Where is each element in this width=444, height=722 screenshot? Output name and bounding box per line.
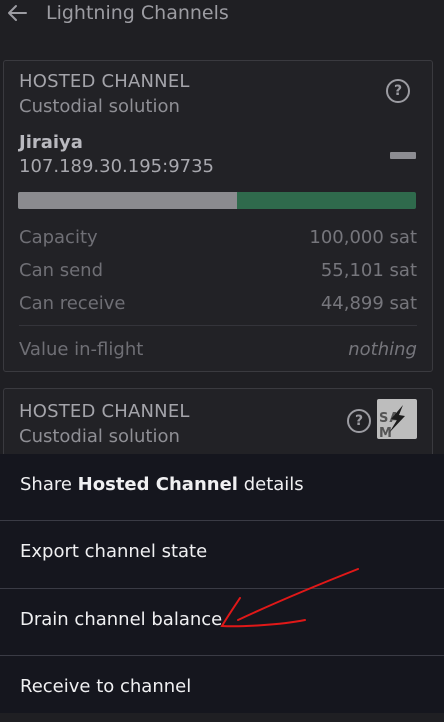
- divider: [19, 325, 417, 326]
- receive-to-channel-item[interactable]: Receive to channel: [0, 656, 444, 722]
- channel-menu-icon[interactable]: [390, 152, 416, 159]
- channel-type: HOSTED CHANNEL: [19, 71, 190, 92]
- help-icon[interactable]: ?: [347, 409, 371, 433]
- stat-label: Can receive: [19, 293, 126, 314]
- stat-label: Value in-flight: [19, 339, 144, 360]
- help-icon[interactable]: ?: [386, 79, 410, 103]
- provider-logo: SA M: [377, 399, 417, 439]
- lightning-bolt-icon: [389, 405, 405, 433]
- balance-bar: [18, 192, 416, 209]
- stat-label: Capacity: [19, 227, 98, 248]
- export-state-item[interactable]: Export channel state: [0, 521, 444, 587]
- channel-subtitle: Custodial solution: [19, 426, 180, 447]
- share-details-item[interactable]: Share Hosted Channel details: [0, 454, 444, 520]
- local-balance-fill: [18, 192, 237, 209]
- peer-name: Jiraiya: [19, 132, 83, 153]
- menu-item-label: Export channel state: [20, 541, 208, 562]
- drain-balance-item[interactable]: Drain channel balance: [0, 589, 444, 655]
- peer-address: 107.189.30.195:9735: [19, 156, 215, 177]
- top-bar: Lightning Channels: [0, 0, 444, 28]
- share-prefix: Share: [20, 474, 78, 495]
- back-arrow-icon[interactable]: [6, 0, 28, 26]
- stat-value: nothing: [348, 339, 417, 360]
- share-suffix: details: [237, 474, 304, 495]
- menu-item-label: Share Hosted Channel details: [20, 474, 304, 495]
- menu-item-label: Receive to channel: [20, 676, 192, 697]
- channel-card[interactable]: HOSTED CHANNEL Custodial solution ? SA M: [3, 388, 433, 459]
- channel-type: HOSTED CHANNEL: [19, 401, 190, 422]
- stat-value: 55,101 sat: [320, 260, 417, 281]
- menu-item-label: Drain channel balance: [20, 609, 223, 630]
- stat-value: 100,000 sat: [309, 227, 417, 248]
- bottom-sheet-menu: Share Hosted Channel details Export chan…: [0, 454, 444, 713]
- share-bold: Hosted Channel: [77, 474, 238, 495]
- channel-subtitle: Custodial solution: [19, 96, 180, 117]
- page-title: Lightning Channels: [46, 2, 229, 24]
- stat-value: 44,899 sat: [320, 293, 417, 314]
- channel-card[interactable]: HOSTED CHANNEL Custodial solution ? Jira…: [3, 60, 433, 372]
- stat-label: Can send: [19, 260, 104, 281]
